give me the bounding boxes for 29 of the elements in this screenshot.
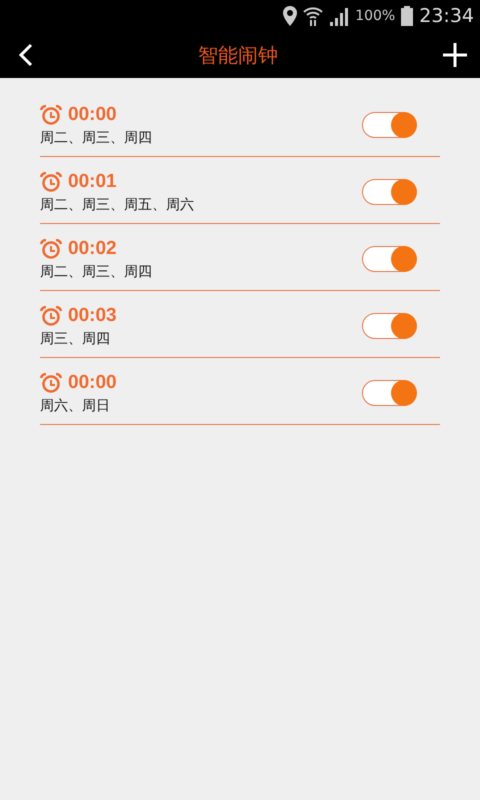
alarm-time: 00:00 bbox=[68, 372, 117, 394]
battery-percent: 100% bbox=[355, 8, 396, 24]
wifi-icon bbox=[303, 6, 324, 26]
alarm-time: 00:01 bbox=[68, 170, 117, 192]
alarm-toggle[interactable] bbox=[362, 380, 416, 406]
clock: 23:34 bbox=[419, 5, 474, 27]
alarm-clock-icon bbox=[40, 372, 62, 392]
alarm-clock-icon bbox=[40, 172, 62, 192]
alarm-days: 周二、周三、周五、周六 bbox=[40, 196, 194, 214]
alarm-days: 周三、周四 bbox=[40, 330, 117, 348]
location-icon bbox=[283, 6, 298, 26]
alarm-days: 周二、周三、周四 bbox=[40, 262, 152, 280]
alarm-time: 00:02 bbox=[68, 238, 117, 260]
alarm-days: 周六、周日 bbox=[40, 396, 117, 414]
alarm-clock-icon bbox=[40, 238, 62, 258]
alarm-clock-icon bbox=[40, 306, 62, 326]
alarm-toggle[interactable] bbox=[362, 179, 416, 205]
alarm-time: 00:00 bbox=[68, 104, 117, 126]
alarm-toggle[interactable] bbox=[362, 313, 416, 339]
add-button[interactable] bbox=[442, 42, 468, 68]
alarm-clock-icon bbox=[40, 104, 62, 124]
page-title: 智能闹钟 bbox=[198, 42, 278, 68]
alarm-days: 周二、周三、周四 bbox=[40, 128, 152, 146]
alarm-toggle[interactable] bbox=[362, 246, 416, 272]
battery-icon bbox=[401, 6, 414, 26]
alarm-time: 00:03 bbox=[68, 304, 117, 326]
alarm-toggle[interactable] bbox=[362, 112, 416, 138]
signal-icon bbox=[329, 6, 350, 26]
back-button[interactable] bbox=[18, 43, 34, 67]
